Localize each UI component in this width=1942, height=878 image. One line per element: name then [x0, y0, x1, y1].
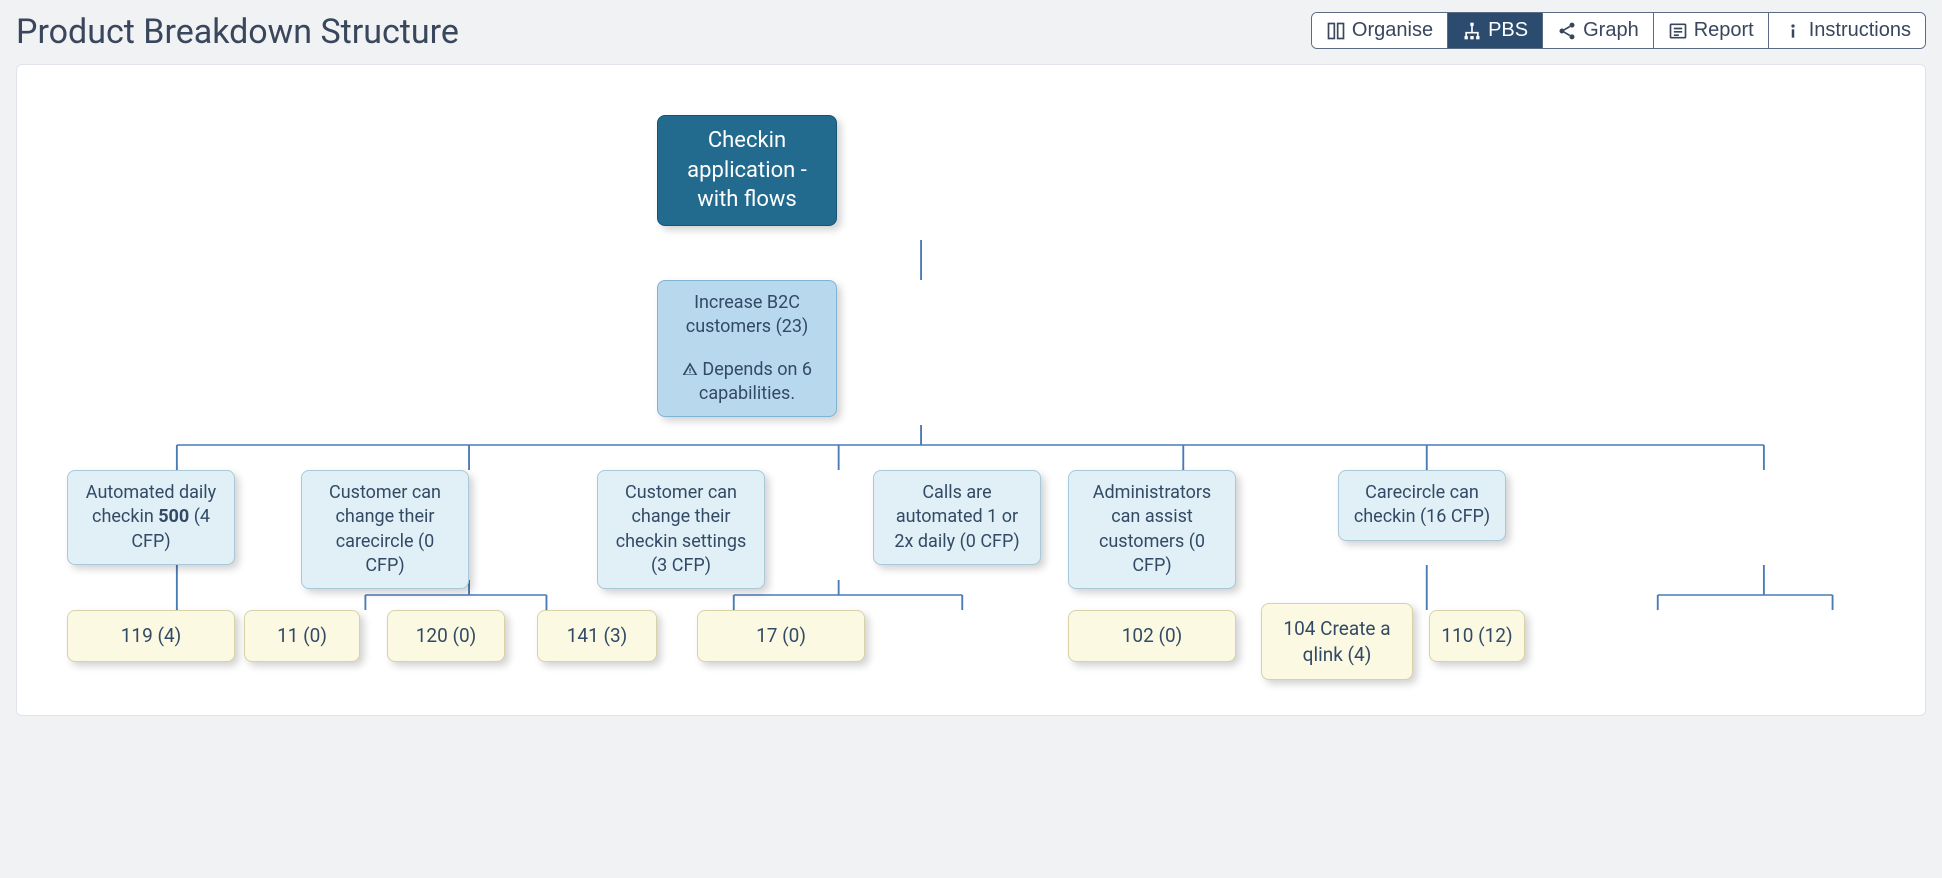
leaf-node[interactable]: 110 (12): [1429, 610, 1525, 662]
leaf-label: 17 (0): [756, 624, 806, 647]
capability-node[interactable]: Calls are automated 1 or 2x daily (0 CFP…: [873, 470, 1041, 565]
leaf-label: 102 (0): [1122, 624, 1183, 647]
leaf-node[interactable]: 17 (0): [697, 610, 865, 662]
goal-node[interactable]: Increase B2C customers (23) Depends on 6…: [657, 280, 837, 417]
organise-button[interactable]: Organise: [1312, 13, 1448, 48]
leaf-node[interactable]: 119 (4): [67, 610, 235, 662]
diagram-canvas: Checkin application - with flows Increas…: [16, 64, 1926, 716]
root-label: Checkin application - with flows: [687, 128, 807, 212]
capability-node[interactable]: Automated daily checkin 500 (4 CFP): [67, 470, 235, 565]
layout-icon: [1326, 21, 1346, 41]
leaf-label: 110 (12): [1441, 624, 1512, 647]
leaf-label: 104 Create a qlink (4): [1283, 617, 1390, 666]
instructions-button[interactable]: Instructions: [1769, 13, 1925, 48]
leaf-node[interactable]: 102 (0): [1068, 610, 1236, 662]
report-label: Report: [1694, 19, 1754, 42]
capability-node[interactable]: Carecircle can checkin (16 CFP): [1338, 470, 1506, 541]
root-node[interactable]: Checkin application - with flows: [657, 115, 837, 226]
leaf-label: 120 (0): [416, 624, 477, 647]
goal-warning: Depends on 6 capabilities.: [670, 358, 824, 407]
cap-label: Carecircle can checkin (16 CFP): [1354, 482, 1490, 527]
capability-node[interactable]: Administrators can assist customers (0 C…: [1068, 470, 1236, 589]
leaf-node[interactable]: 104 Create a qlink (4): [1261, 603, 1413, 680]
graph-button[interactable]: Graph: [1543, 13, 1654, 48]
list-icon: [1668, 21, 1688, 41]
goal-label: Increase B2C customers (23): [670, 291, 824, 340]
capability-node[interactable]: Customer can change their checkin settin…: [597, 470, 765, 589]
instructions-label: Instructions: [1809, 19, 1911, 42]
view-toolbar: Organise PBS Graph Report Instructions: [1311, 12, 1926, 49]
leaf-label: 141 (3): [567, 624, 628, 647]
page-title: Product Breakdown Structure: [16, 12, 459, 52]
goal-warning-text: Depends on 6 capabilities.: [699, 359, 812, 404]
cap-label: Customer can change their carecircle (0 …: [329, 482, 441, 576]
cap-label: Customer can change their checkin settin…: [616, 482, 747, 576]
pbs-label: PBS: [1488, 19, 1528, 42]
cap-label: Administrators can assist customers (0 C…: [1093, 482, 1211, 576]
leaf-label: 11 (0): [277, 624, 327, 647]
leaf-label: 119 (4): [121, 624, 182, 647]
capability-node[interactable]: Customer can change their carecircle (0 …: [301, 470, 469, 589]
info-icon: [1783, 21, 1803, 41]
share-icon: [1557, 21, 1577, 41]
leaf-node[interactable]: 11 (0): [244, 610, 360, 662]
organise-label: Organise: [1352, 19, 1433, 42]
cap-bold: 500: [158, 506, 189, 527]
report-button[interactable]: Report: [1654, 13, 1769, 48]
pbs-button[interactable]: PBS: [1448, 13, 1543, 48]
pbs-diagram: Checkin application - with flows Increas…: [47, 105, 1895, 665]
warning-icon: [682, 361, 698, 377]
leaf-node[interactable]: 141 (3): [537, 610, 657, 662]
cap-label: Calls are automated 1 or 2x daily (0 CFP…: [894, 482, 1019, 552]
sitemap-icon: [1462, 21, 1482, 41]
graph-label: Graph: [1583, 19, 1639, 42]
leaf-node[interactable]: 120 (0): [387, 610, 505, 662]
